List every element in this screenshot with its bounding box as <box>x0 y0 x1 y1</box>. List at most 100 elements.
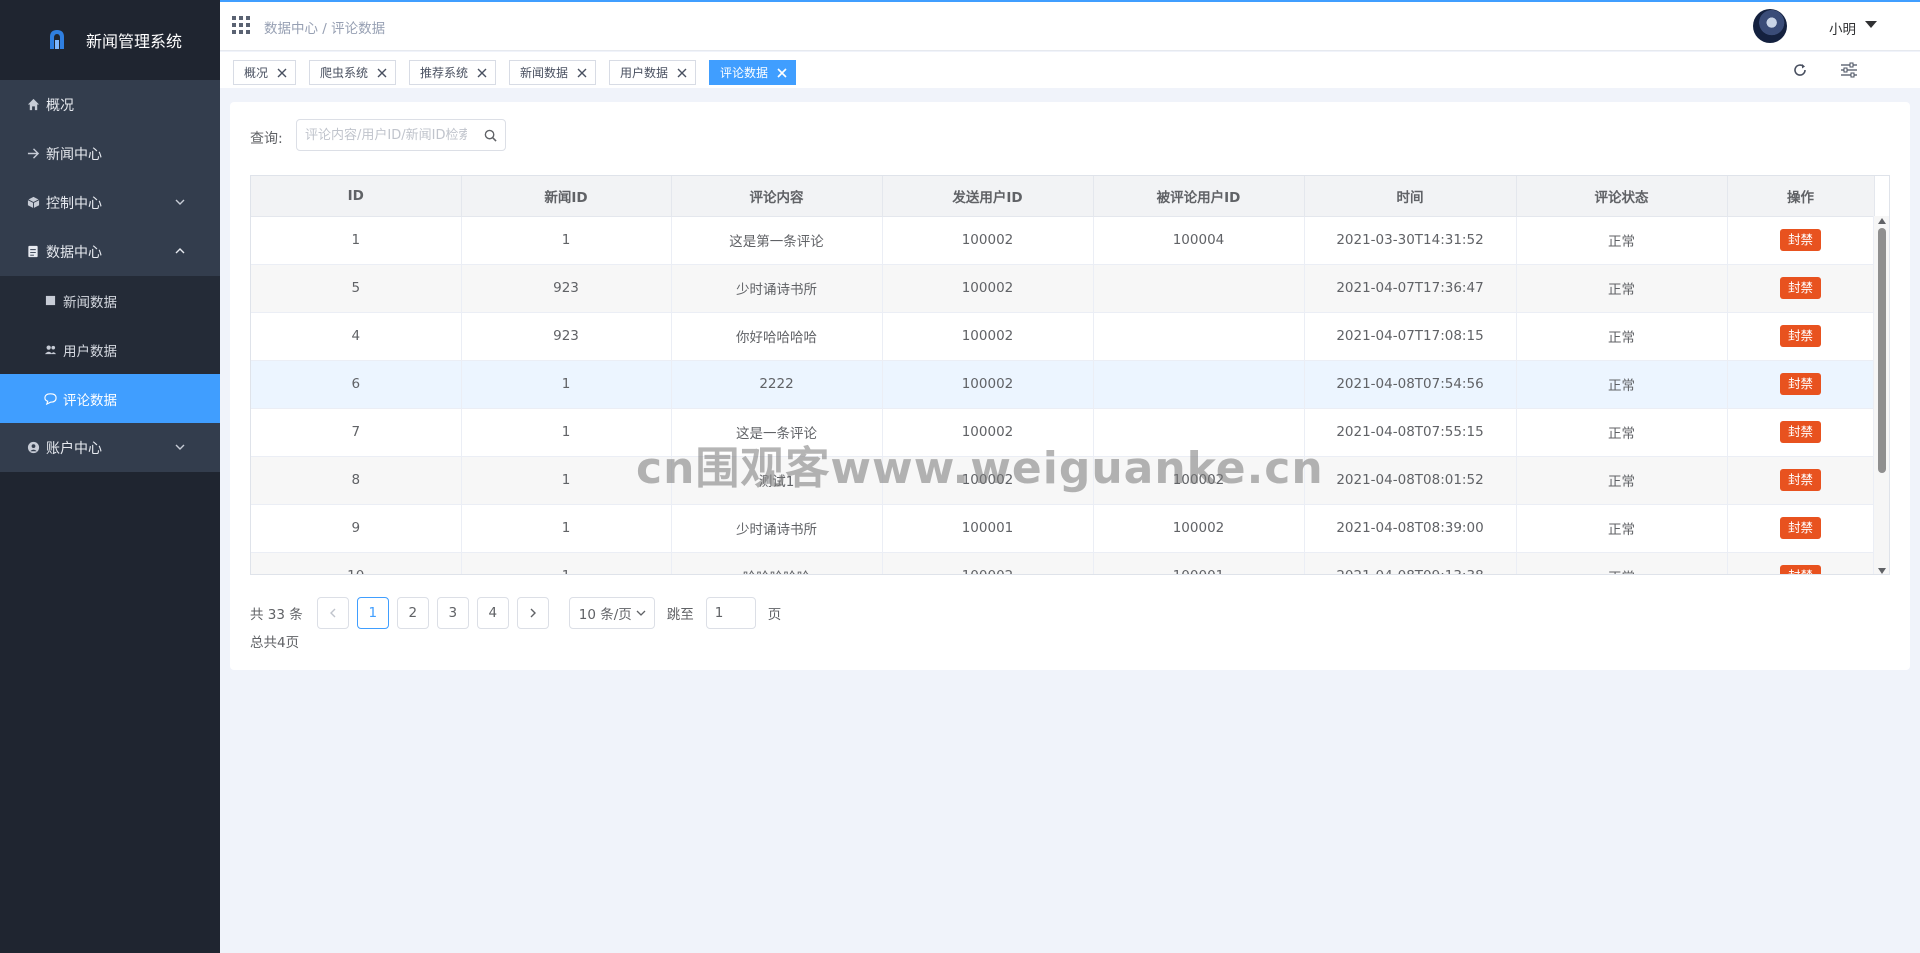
jump-label: 跳至 <box>666 607 694 623</box>
cell-status: 正常 <box>1516 312 1728 361</box>
tag-user-data[interactable]: 用户数据 <box>609 60 697 85</box>
column-header-time[interactable]: 时间 <box>1304 176 1517 217</box>
close-icon[interactable] <box>377 68 387 78</box>
table-row[interactable]: 5 923 少时诵诗书所 100002 2021-04-07T17:36:47 … <box>251 264 1875 313</box>
close-icon[interactable] <box>777 67 787 78</box>
cell-status: 正常 <box>1516 504 1728 553</box>
sidebar-item-label: 概况 <box>46 97 74 114</box>
ban-button[interactable]: 封禁 <box>1779 421 1821 443</box>
prev-page-button[interactable] <box>316 597 349 629</box>
sidebar-item-label: 用户数据 <box>63 343 117 360</box>
column-header-content[interactable]: 评论内容 <box>671 176 883 217</box>
cell-content: 你好哈哈哈哈 <box>671 312 883 361</box>
sidebar-item-account-center[interactable]: 账户中心 <box>0 423 220 472</box>
sidebar: 新闻管理系统 概况 新闻中心 控制中心 数据中心 新闻数据 用户数据 评论数据 … <box>0 0 220 953</box>
page-button-3[interactable]: 3 <box>436 597 469 629</box>
page-button-4[interactable]: 4 <box>476 597 509 629</box>
cell-id: 4 <box>251 312 462 361</box>
ban-button[interactable]: 封禁 <box>1779 517 1821 539</box>
cell-time: 2021-04-07T17:36:47 <box>1304 264 1517 313</box>
table-row[interactable]: 4 923 你好哈哈哈哈 100002 2021-04-07T17:08:15 … <box>251 312 1875 361</box>
close-icon[interactable] <box>477 68 487 78</box>
ban-button[interactable]: 封禁 <box>1779 565 1821 574</box>
table-header-row: ID 新闻ID 评论内容 发送用户ID 被评论用户ID 时间 评论状态 操作 <box>251 176 1875 217</box>
cell-status: 正常 <box>1516 264 1728 313</box>
tag-recommend[interactable]: 推荐系统 <box>409 60 497 85</box>
page-size-select[interactable]: 10 条/页 <box>568 597 655 629</box>
column-header-actions: 操作 <box>1727 176 1875 217</box>
sidebar-item-news-center[interactable]: 新闻中心 <box>0 129 220 178</box>
close-icon[interactable] <box>677 68 687 78</box>
ban-button[interactable]: 封禁 <box>1779 469 1821 491</box>
ban-button[interactable]: 封禁 <box>1779 325 1821 347</box>
cell-target-id <box>1093 264 1305 313</box>
cube-icon <box>26 196 40 210</box>
page-suffix: 页 <box>767 607 782 623</box>
scrollbar-thumb[interactable] <box>1878 228 1886 473</box>
table-row[interactable]: 6 1 2222 100002 2021-04-08T07:54:56 正常 封… <box>251 360 1875 409</box>
apps-grid-icon[interactable] <box>232 16 250 34</box>
search-box[interactable] <box>296 119 506 151</box>
logo-area[interactable]: 新闻管理系统 <box>0 0 220 80</box>
cell-id: 5 <box>251 264 462 313</box>
caret-down-icon[interactable] <box>1865 21 1877 29</box>
column-header-target-id[interactable]: 被评论用户ID <box>1093 176 1305 217</box>
sidebar-item-data-center[interactable]: 数据中心 <box>0 227 220 276</box>
tag-comment-data[interactable]: 评论数据 <box>709 60 797 85</box>
cell-sender-id: 100002 <box>882 360 1094 409</box>
tag-news-data[interactable]: 新闻数据 <box>509 60 597 85</box>
table-row[interactable]: 1 1 这是第一条评论 100002 100004 2021-03-30T14:… <box>251 216 1875 265</box>
cell-content: 少时诵诗书所 <box>671 504 883 553</box>
ban-button[interactable]: 封禁 <box>1779 373 1821 395</box>
chevron-left-icon <box>329 608 336 618</box>
pagination: 共 33 条 1 2 3 4 10 条/页 跳至 页 <box>250 597 781 629</box>
page-button-1[interactable]: 1 <box>356 597 389 629</box>
chevron-down-icon <box>175 444 185 450</box>
username[interactable]: 小明 <box>1829 18 1856 38</box>
column-header-sender-id[interactable]: 发送用户ID <box>882 176 1094 217</box>
cell-content: 这是第一条评论 <box>671 216 883 265</box>
table-row[interactable]: 10 1 哈哈哈哈哈 100002 100001 2021-04-08T09:1… <box>251 552 1875 574</box>
tag-crawler[interactable]: 爬虫系统 <box>309 60 397 85</box>
sidebar-item-comment-data[interactable]: 评论数据 <box>0 374 220 423</box>
close-icon[interactable] <box>277 68 287 78</box>
cell-actions: 封禁 <box>1727 552 1875 574</box>
page-button-2[interactable]: 2 <box>396 597 429 629</box>
column-header-news-id[interactable]: 新闻ID <box>461 176 672 217</box>
search-icon[interactable] <box>484 129 497 142</box>
cell-status: 正常 <box>1516 360 1728 409</box>
chevron-up-icon <box>175 248 185 254</box>
next-page-button[interactable] <box>516 597 549 629</box>
close-icon[interactable] <box>577 68 587 78</box>
table-row[interactable]: 9 1 少时诵诗书所 100001 100002 2021-04-08T08:3… <box>251 504 1875 553</box>
refresh-icon[interactable] <box>1792 62 1808 78</box>
sidebar-item-user-data[interactable]: 用户数据 <box>0 325 220 374</box>
column-header-status[interactable]: 评论状态 <box>1516 176 1728 217</box>
sidebar-item-label: 账户中心 <box>46 440 102 457</box>
cell-content: 哈哈哈哈哈 <box>671 552 883 574</box>
cell-sender-id: 100002 <box>882 552 1094 574</box>
table-scrollbar[interactable] <box>1873 216 1889 574</box>
sidebar-item-label: 新闻数据 <box>63 294 117 311</box>
column-header-id[interactable]: ID <box>251 176 462 217</box>
sidebar-item-news-data[interactable]: 新闻数据 <box>0 276 220 325</box>
sidebar-item-control-center[interactable]: 控制中心 <box>0 178 220 227</box>
cell-id: 9 <box>251 504 462 553</box>
query-label: 查询: <box>250 131 283 147</box>
scroll-up-arrow-icon[interactable] <box>1878 218 1886 224</box>
ban-button[interactable]: 封禁 <box>1779 229 1821 251</box>
avatar[interactable] <box>1753 9 1787 43</box>
sidebar-item-overview[interactable]: 概况 <box>0 80 220 129</box>
ban-button[interactable]: 封禁 <box>1779 277 1821 299</box>
search-input[interactable] <box>297 120 467 150</box>
jump-page-input[interactable] <box>705 597 756 629</box>
cell-status: 正常 <box>1516 408 1728 457</box>
cell-sender-id: 100002 <box>882 264 1094 313</box>
cell-news-id: 1 <box>461 360 672 409</box>
scroll-down-arrow-icon[interactable] <box>1878 568 1886 574</box>
cell-news-id: 923 <box>461 264 672 313</box>
tag-overview[interactable]: 概况 <box>233 60 297 85</box>
chevron-down-icon <box>175 199 185 205</box>
settings-sliders-icon[interactable] <box>1840 62 1858 78</box>
cell-status: 正常 <box>1516 456 1728 505</box>
